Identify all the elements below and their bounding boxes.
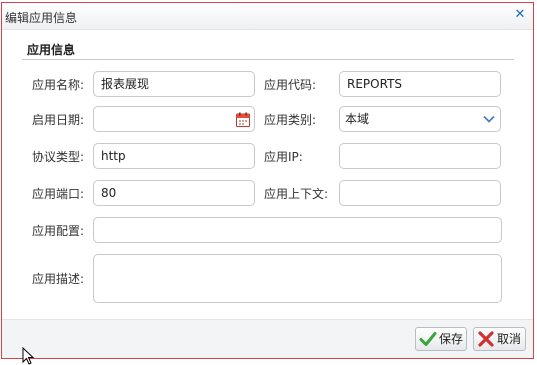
mouse-cursor-icon [22,347,35,365]
app-context-label: 应用上下文: [264,187,329,201]
close-icon[interactable]: ✕ [513,7,527,23]
app-code-label: 应用代码: [264,78,317,92]
dialog-title: 编辑应用信息 [5,11,78,25]
app-desc-label: 应用描述: [32,272,85,286]
edit-app-dialog: 编辑应用信息 ✕ 应用信息 应用名称: 报表展现 应用代码: REPORTS 启… [1,2,534,359]
chevron-down-icon[interactable] [483,115,495,123]
cancel-button-label: 取消 [497,332,522,346]
app-desc-textarea[interactable] [93,254,502,303]
save-button[interactable]: 保存 [415,327,467,351]
start-date-label: 启用日期: [32,113,85,127]
start-date-input[interactable] [93,106,255,132]
protocol-label: 协议类型: [32,150,85,164]
dialog-titlebar: 编辑应用信息 ✕ [2,3,533,30]
app-name-input[interactable]: 报表展现 [93,71,255,97]
save-button-label: 保存 [439,332,464,346]
app-ip-label: 应用IP: [264,150,303,164]
calendar-icon[interactable] [236,112,250,127]
app-config-input[interactable] [93,217,502,243]
app-ip-input[interactable] [339,143,501,169]
section-divider [22,59,514,60]
protocol-input[interactable]: http [93,143,255,169]
cancel-button[interactable]: 取消 [473,327,526,351]
section-title: 应用信息 [27,43,76,57]
app-context-input[interactable] [339,180,501,206]
app-config-label: 应用配置: [32,224,85,238]
app-type-label: 应用类别: [264,113,317,127]
dialog-footer: 保存 取消 [2,319,533,358]
app-type-selected-value: 本域 [345,112,370,126]
app-port-input[interactable]: 80 [93,180,255,206]
app-type-select[interactable]: 本域 [339,106,501,132]
cancel-x-icon [478,331,494,347]
check-icon [419,332,437,346]
app-name-label: 应用名称: [32,78,85,92]
app-code-input[interactable]: REPORTS [339,71,501,97]
app-port-label: 应用端口: [32,187,85,201]
